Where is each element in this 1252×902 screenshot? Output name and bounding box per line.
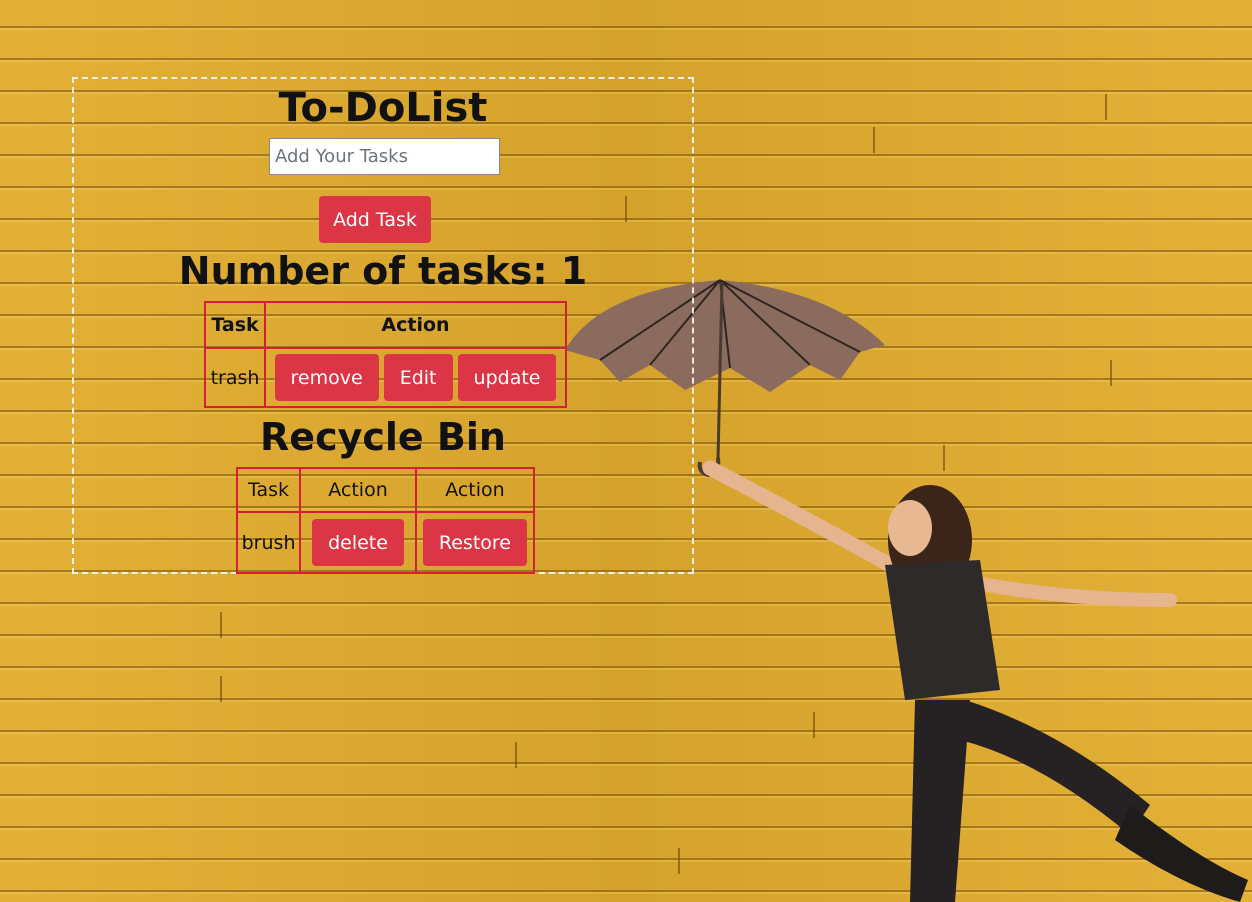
bin-task-name-cell: brush (235, 511, 302, 574)
delete-button[interactable]: delete (312, 519, 404, 566)
table-row: brush delete Restore (235, 511, 536, 574)
restore-button[interactable]: Restore (422, 519, 527, 566)
header-action: Action (264, 301, 567, 349)
tasks-table: Task Action trash remove Edit update (204, 301, 567, 408)
add-task-button[interactable]: Add Task (319, 196, 431, 243)
bin-header-action: Action (299, 467, 417, 513)
remove-button[interactable]: remove (274, 354, 379, 401)
bin-header-task: Task (235, 467, 302, 513)
header-task: Task (204, 301, 266, 349)
table-row: trash remove Edit update (204, 347, 567, 408)
bin-header-action-2: Action (414, 467, 536, 513)
table-header-row: Task Action Action (235, 467, 536, 513)
task-count-heading: Number of tasks: 1 (178, 249, 588, 293)
bin-delete-cell: delete (299, 511, 417, 574)
todo-app-panel: To-DoList Add Task Number of tasks: 1 Ta… (72, 77, 694, 574)
recycle-bin-heading: Recycle Bin (260, 415, 506, 459)
task-actions-cell: remove Edit update (264, 347, 567, 408)
recycle-bin-table: Task Action Action brush delete Restore (235, 467, 536, 574)
bin-restore-cell: Restore (414, 511, 536, 574)
task-name-cell: trash (204, 347, 266, 408)
app-title: To-DoList (278, 85, 488, 131)
table-header-row: Task Action (204, 301, 567, 349)
update-button[interactable]: update (457, 354, 557, 401)
edit-button[interactable]: Edit (383, 354, 453, 401)
task-input[interactable] (269, 138, 500, 175)
